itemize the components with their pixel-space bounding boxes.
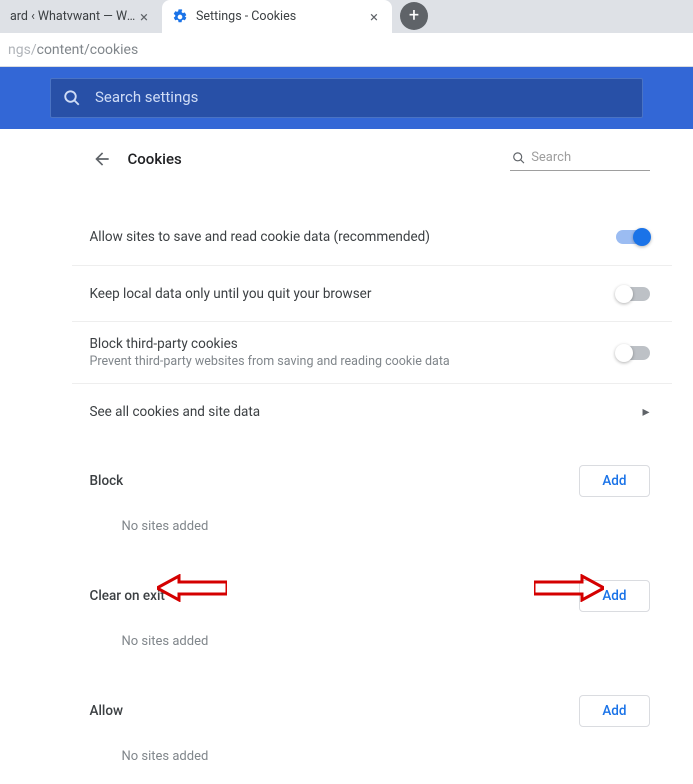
section-clear-on-exit: Clear on exit Add	[72, 554, 672, 622]
add-button-allow[interactable]: Add	[579, 695, 649, 727]
tab-title: Settings - Cookies	[196, 9, 366, 24]
header-search-input[interactable]	[531, 150, 647, 165]
page-title: Cookies	[128, 150, 510, 168]
card-header: Cookies	[72, 129, 672, 189]
close-icon[interactable]: ×	[136, 9, 152, 25]
row-block-third-party: Block third-party cookies Prevent third-…	[72, 321, 672, 383]
url-text: ngs/content/cookies	[8, 42, 138, 58]
add-button-clear-on-exit[interactable]: Add	[579, 580, 649, 612]
settings-search-bar	[0, 67, 693, 129]
address-bar[interactable]: ngs/content/cookies	[0, 33, 693, 67]
row-label: Keep local data only until you quit your…	[90, 286, 372, 302]
row-allow-sites: Allow sites to save and read cookie data…	[72, 209, 672, 265]
row-label: Allow sites to save and read cookie data…	[90, 229, 430, 245]
toggle-block-third-party[interactable]	[616, 346, 650, 360]
empty-clear-on-exit: No sites added	[72, 622, 672, 669]
add-button-block[interactable]: Add	[579, 465, 649, 497]
toggle-keep-local[interactable]	[616, 287, 650, 301]
annotation-arrow-left	[157, 574, 227, 602]
content-area: Cookies Allow sites to save and read coo…	[0, 129, 693, 784]
section-allow: Allow Add	[72, 669, 672, 737]
row-label: See all cookies and site data	[90, 404, 261, 420]
back-arrow-icon[interactable]	[90, 147, 114, 171]
section-label: Clear on exit	[90, 588, 165, 604]
section-block: Block Add	[72, 439, 672, 507]
empty-block: No sites added	[72, 507, 672, 554]
section-label: Allow	[90, 703, 124, 719]
row-label: Block third-party cookies	[90, 336, 450, 352]
row-see-all-cookies[interactable]: See all cookies and site data ▸	[72, 383, 672, 439]
browser-tab-active[interactable]: Settings - Cookies ×	[162, 0, 392, 33]
gear-icon	[172, 9, 188, 25]
empty-allow: No sites added	[72, 737, 672, 784]
search-settings-field[interactable]	[50, 78, 643, 118]
header-search[interactable]	[510, 148, 650, 171]
cookies-card: Cookies Allow sites to save and read coo…	[72, 129, 672, 784]
row-keep-local: Keep local data only until you quit your…	[72, 265, 672, 321]
close-icon[interactable]: ×	[366, 9, 382, 25]
search-settings-input[interactable]	[95, 90, 630, 106]
row-sublabel: Prevent third-party websites from saving…	[90, 354, 450, 369]
new-tab-button[interactable]: +	[400, 2, 428, 30]
browser-tabs-bar: ard ‹ Whatvwant — Wor × Settings - Cooki…	[0, 0, 693, 33]
section-label: Block	[90, 473, 124, 489]
chevron-right-icon: ▸	[642, 404, 649, 420]
search-icon	[63, 89, 81, 107]
tab-title: ard ‹ Whatvwant — Wor	[10, 9, 136, 24]
browser-tab-inactive[interactable]: ard ‹ Whatvwant — Wor ×	[0, 0, 162, 33]
search-icon	[512, 150, 526, 166]
toggle-allow-sites[interactable]	[616, 230, 650, 244]
